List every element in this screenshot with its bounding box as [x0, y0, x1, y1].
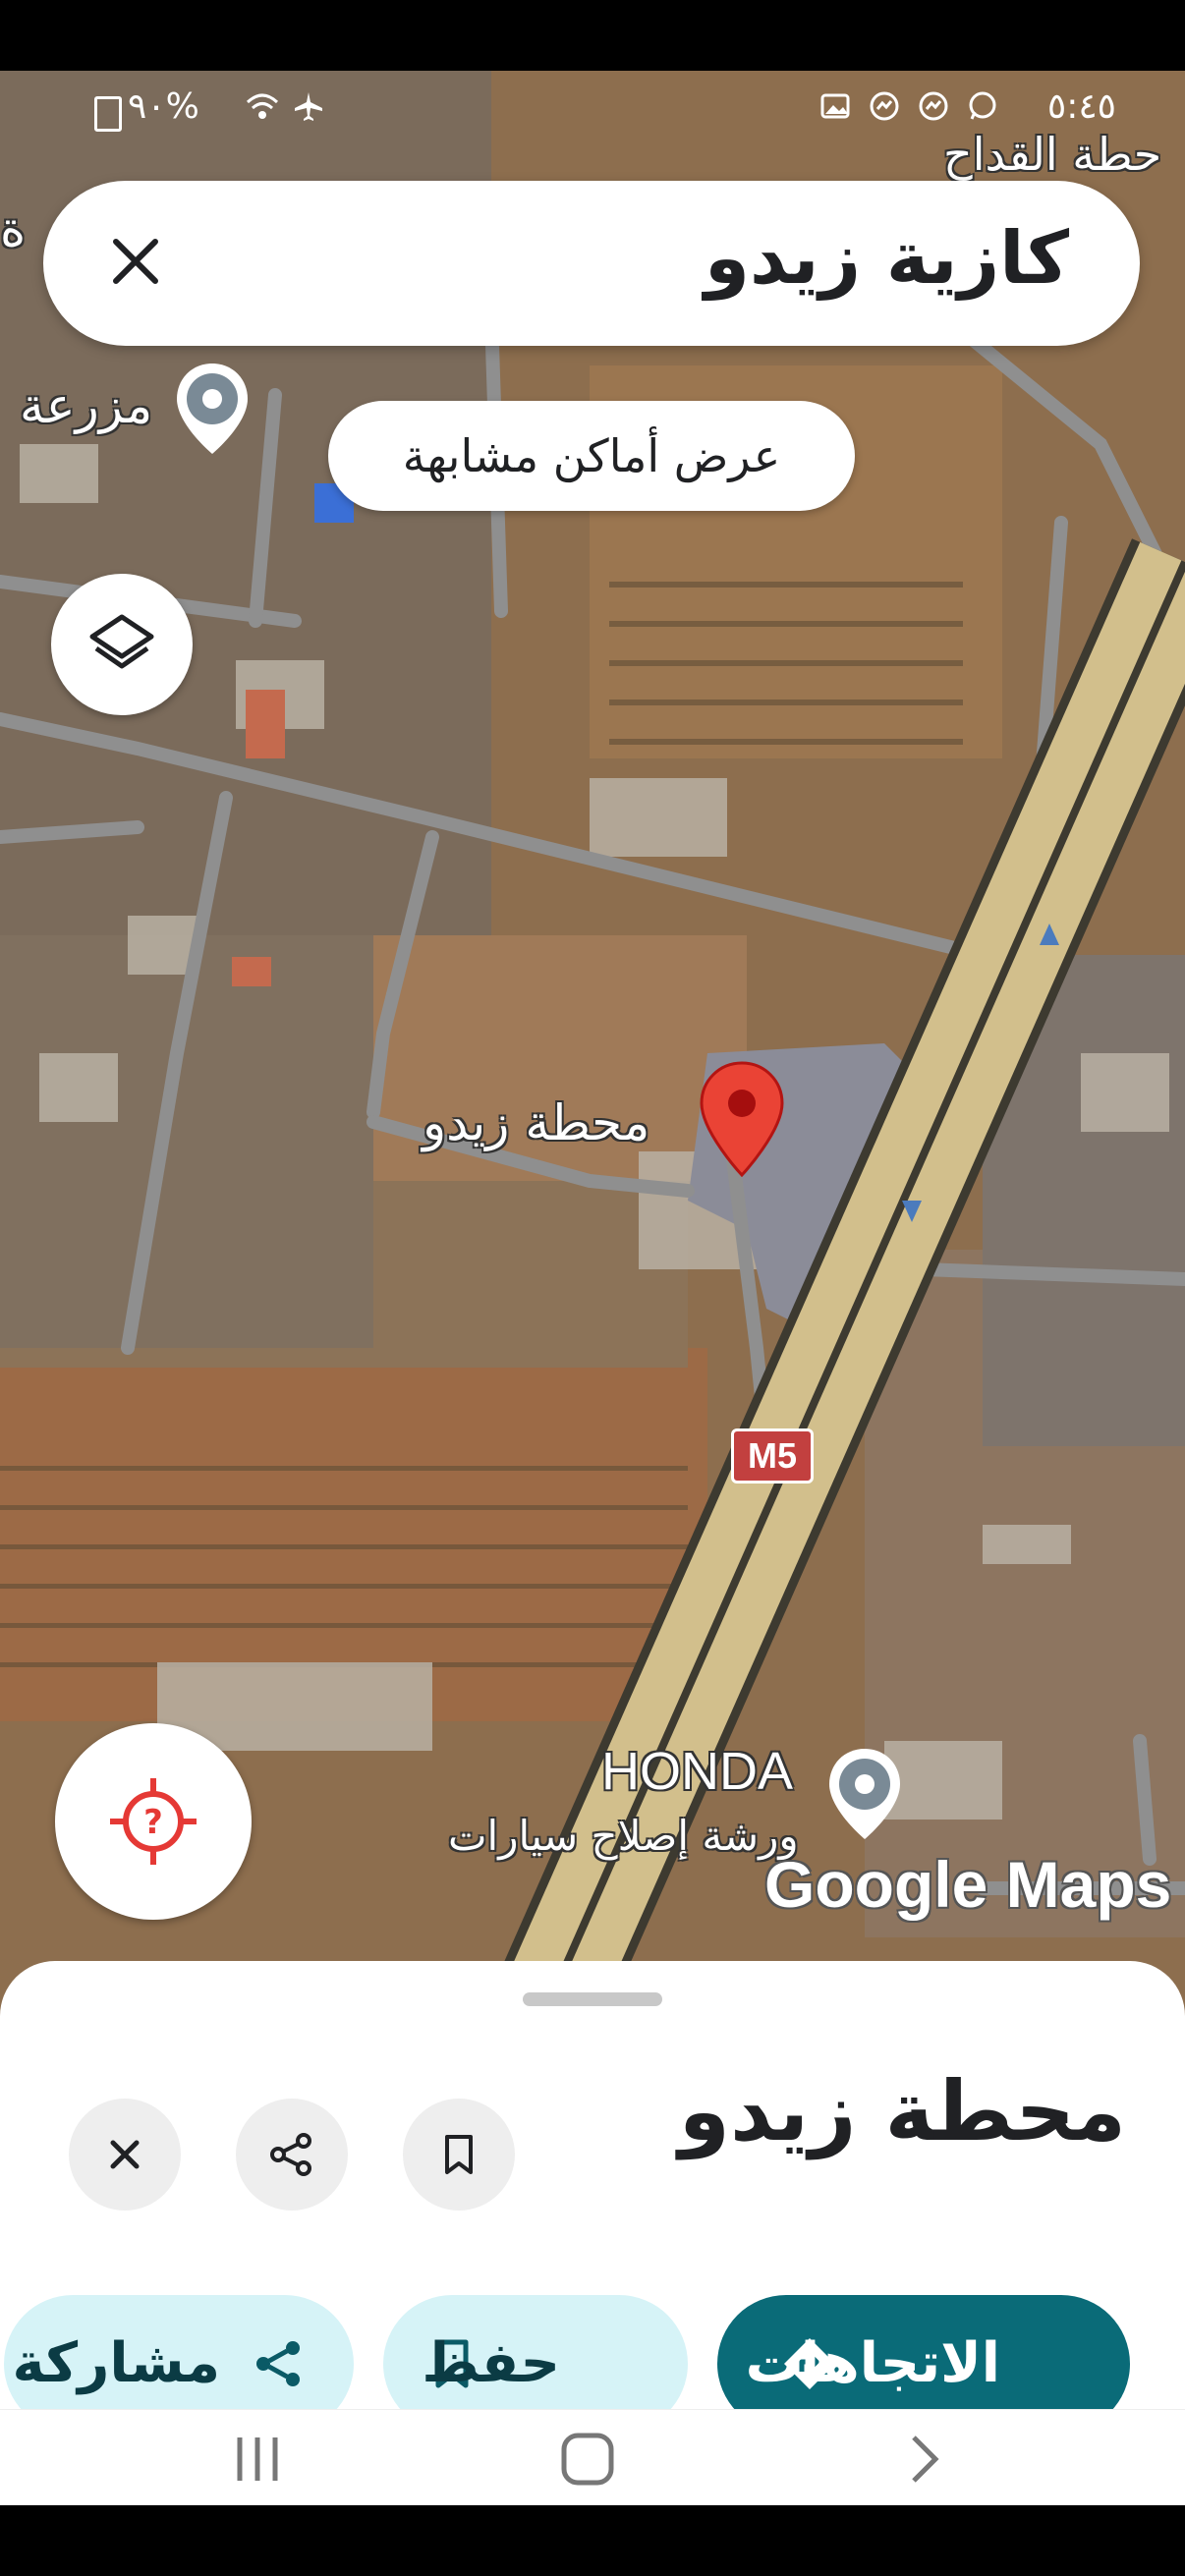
status-time: ٥:٤٥ [1046, 86, 1116, 127]
share-icon [270, 2133, 311, 2176]
share-place-button[interactable] [236, 2099, 348, 2211]
honda-label[interactable]: HONDA [601, 1741, 793, 1802]
honda-pin-icon[interactable] [825, 1747, 904, 1841]
messenger-icon [918, 90, 949, 122]
place-title: محطة زيدو [678, 2063, 1126, 2159]
selected-place-marker[interactable] [700, 1061, 784, 1177]
whatsapp-icon [967, 90, 998, 122]
status-bar: ٥:٤٥ ٩٠% [0, 71, 1185, 149]
system-icons [246, 90, 324, 122]
gallery-icon [819, 90, 851, 122]
route-shield-m5: M5 [731, 1428, 814, 1484]
battery-icon [94, 96, 122, 132]
screen: محطة زيدو مزرعة ة حطة القداح HONDA ورشة … [0, 71, 1185, 2505]
bookmark-icon [445, 2135, 473, 2174]
similar-places-button[interactable]: عرض أماكن مشابهة [328, 401, 855, 511]
close-icon[interactable] [98, 224, 173, 299]
back-icon[interactable] [894, 2430, 953, 2489]
wifi-icon [246, 90, 279, 122]
battery-level: ٩٠% [128, 86, 199, 127]
place-bottom-sheet[interactable]: محطة زيدو الاتجاهات حفظ مشاركة [0, 1961, 1185, 2433]
system-navigation-bar [0, 2409, 1185, 2505]
home-icon[interactable] [558, 2430, 617, 2489]
svg-text:?: ? [143, 1803, 163, 1842]
honda-category-label[interactable]: ورشة إصلاح سيارات [448, 1812, 799, 1860]
notification-icons [819, 90, 998, 122]
farm-pin-icon[interactable] [173, 362, 252, 456]
save-place-button[interactable] [403, 2099, 515, 2211]
messenger-icon [869, 90, 900, 122]
farm-label[interactable]: مزرعة [20, 377, 152, 434]
layers-button[interactable] [51, 574, 193, 715]
share-icon [256, 2341, 300, 2386]
my-location-button[interactable]: ? [55, 1723, 252, 1920]
close-place-button[interactable] [69, 2099, 181, 2211]
google-maps-watermark: Google Maps [764, 1848, 1172, 1921]
edge-label: ة [0, 200, 27, 257]
sheet-drag-handle[interactable] [523, 1992, 662, 2006]
search-bar[interactable]: كازية زيدو [43, 181, 1140, 346]
recent-apps-icon[interactable] [228, 2430, 287, 2489]
layers-icon [89, 614, 154, 669]
search-query[interactable]: كازية زيدو [705, 216, 1069, 301]
airplane-icon [293, 90, 324, 122]
selected-place-label[interactable]: محطة زيدو [423, 1094, 649, 1151]
close-icon [110, 2140, 140, 2169]
location-unknown-icon: ? [110, 1778, 197, 1865]
